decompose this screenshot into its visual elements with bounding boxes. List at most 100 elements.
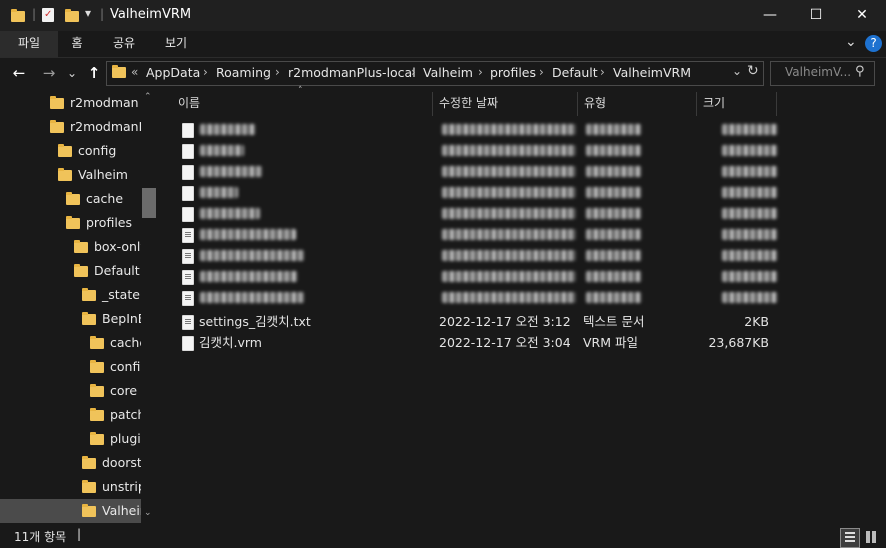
status-cursor: |: [77, 527, 82, 541]
new-folder-icon[interactable]: [65, 9, 79, 22]
details-view-button[interactable]: [840, 528, 860, 548]
redacted-size: [722, 292, 778, 303]
file-row-redacted[interactable]: [176, 140, 780, 161]
help-icon[interactable]: ?: [865, 35, 882, 52]
search-input[interactable]: ValheimV...: [785, 65, 851, 79]
breadcrumb-separator: ›: [539, 65, 544, 79]
tab-view[interactable]: 보기: [158, 31, 194, 57]
redacted-name: [200, 271, 298, 282]
scroll-up-icon[interactable]: ⌃: [144, 92, 152, 102]
file-row-redacted[interactable]: [176, 203, 780, 224]
column-divider[interactable]: [696, 92, 697, 116]
ribbon-expand-icon[interactable]: ⌄: [845, 34, 857, 50]
back-button[interactable]: ←: [8, 60, 30, 86]
redacted-modified: [442, 166, 576, 177]
redacted-name: [200, 229, 296, 240]
folder-icon: [11, 9, 25, 22]
redacted-size: [722, 166, 778, 177]
column-divider[interactable]: [432, 92, 433, 116]
scroll-thumb[interactable]: [142, 188, 156, 218]
tree-item[interactable]: profiles: [0, 211, 141, 235]
redacted-modified: [442, 292, 576, 303]
tab-home[interactable]: 홈: [62, 31, 92, 57]
window-title: ValheimVRM: [110, 7, 192, 22]
tree-item[interactable]: doorsto: [0, 451, 141, 475]
breadcrumb-default[interactable]: Default: [552, 61, 598, 85]
breadcrumb-overflow[interactable]: «: [131, 61, 138, 85]
redacted-modified: [442, 124, 576, 135]
tree-item[interactable]: _state: [0, 283, 141, 307]
column-divider[interactable]: [577, 92, 578, 116]
qat-dropdown-icon[interactable]: ▾: [85, 6, 91, 20]
tree-item[interactable]: cache: [0, 187, 141, 211]
redacted-size: [722, 208, 778, 219]
file-name: settings_김캣치.txt: [199, 314, 311, 329]
tree-item-label: r2modman: [70, 95, 139, 110]
tab-share[interactable]: 공유: [106, 31, 142, 57]
tree-item[interactable]: unstrip: [0, 475, 141, 499]
tab-file[interactable]: 파일: [0, 31, 58, 57]
text-file-icon: [182, 249, 194, 264]
file-row[interactable]: 김캣치.vrm 2022-12-17 오전 3:04 VRM 파일 23,687…: [176, 332, 780, 353]
redacted-name: [200, 166, 262, 177]
column-type[interactable]: 유형: [584, 92, 606, 116]
redacted-name: [200, 187, 238, 198]
properties-icon[interactable]: ✓: [42, 8, 54, 22]
tree-item[interactable]: box-only: [0, 235, 141, 259]
breadcrumb-appdata[interactable]: AppData: [146, 61, 200, 85]
folder-icon: [66, 216, 80, 229]
nav-pane-scrollbar[interactable]: ⌃ ⌄: [141, 90, 157, 524]
column-modified[interactable]: 수정한 날짜: [439, 92, 498, 116]
up-button[interactable]: ↑: [84, 60, 104, 86]
file-row-redacted[interactable]: [176, 266, 780, 287]
file-row-redacted[interactable]: [176, 224, 780, 245]
tree-item[interactable]: config: [0, 139, 141, 163]
column-divider[interactable]: [776, 92, 777, 116]
file-row-redacted[interactable]: [176, 119, 780, 140]
file-row-redacted[interactable]: [176, 287, 780, 308]
search-icon[interactable]: ⚲: [855, 64, 865, 79]
tree-item[interactable]: plugin: [0, 427, 141, 451]
maximize-button[interactable]: ☐: [793, 0, 839, 31]
tree-item-selected[interactable]: Valheim: [0, 499, 141, 523]
file-row-redacted[interactable]: [176, 161, 780, 182]
tree-item[interactable]: BepInEx: [0, 307, 141, 331]
text-file-icon: [182, 315, 194, 330]
refresh-icon[interactable]: ↻: [747, 63, 759, 79]
file-row-redacted[interactable]: [176, 182, 780, 203]
tree-item[interactable]: r2modman: [0, 91, 141, 115]
file-icon: [182, 207, 194, 222]
folder-icon: [82, 504, 96, 517]
recent-locations-button[interactable]: ⌄: [64, 60, 80, 86]
file-row-redacted[interactable]: [176, 245, 780, 266]
address-dropdown-icon[interactable]: ⌄: [732, 64, 742, 78]
breadcrumb-profiles[interactable]: profiles: [490, 61, 536, 85]
tree-item[interactable]: cache: [0, 331, 141, 355]
column-name[interactable]: 이름: [178, 92, 200, 116]
file-icon: [182, 186, 194, 201]
breadcrumb-valheimvrm[interactable]: ValheimVRM: [613, 61, 691, 85]
tree-item-label: unstrip: [102, 479, 141, 494]
large-icons-view-button[interactable]: [862, 528, 880, 546]
tree-item[interactable]: config: [0, 355, 141, 379]
forward-button[interactable]: →: [38, 60, 60, 86]
tree-item[interactable]: Valheim: [0, 163, 141, 187]
file-row[interactable]: settings_김캣치.txt 2022-12-17 오전 3:12 텍스트 …: [176, 311, 780, 332]
redacted-name: [200, 208, 260, 219]
breadcrumb-roaming[interactable]: Roaming: [216, 61, 271, 85]
file-modified: 2022-12-17 오전 3:04: [439, 335, 571, 350]
close-button[interactable]: ✕: [839, 0, 885, 31]
file-type: 텍스트 문서: [583, 314, 645, 329]
tree-item[interactable]: patch: [0, 403, 141, 427]
breadcrumb-r2modman[interactable]: r2modmanPlus-local: [288, 61, 416, 85]
redacted-type: [586, 124, 642, 135]
scroll-down-icon[interactable]: ⌄: [144, 508, 152, 518]
tree-item[interactable]: Default: [0, 259, 141, 283]
column-size[interactable]: 크기: [703, 92, 725, 116]
breadcrumb-valheim[interactable]: Valheim: [423, 61, 473, 85]
tree-item[interactable]: r2modmanPl: [0, 115, 141, 139]
folder-icon: [66, 192, 80, 205]
minimize-button[interactable]: —: [747, 0, 793, 31]
tree-item[interactable]: core: [0, 379, 141, 403]
folder-icon: [58, 144, 72, 157]
